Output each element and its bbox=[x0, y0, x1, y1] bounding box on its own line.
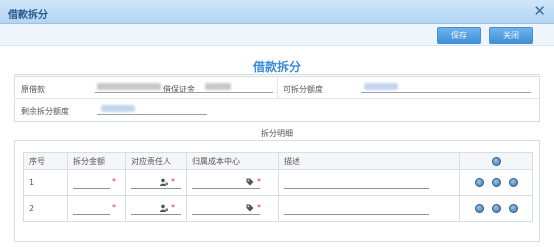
row-actions bbox=[459, 169, 533, 196]
required-mark: * bbox=[171, 203, 175, 212]
responsible-input[interactable] bbox=[131, 188, 181, 189]
remaining-amount-label: 剩余拆分额度 bbox=[21, 107, 69, 116]
description-input[interactable] bbox=[284, 214, 429, 215]
dialog-title: 借款拆分 bbox=[8, 10, 48, 21]
amount-cell: * bbox=[67, 195, 126, 222]
cost-center-cell: * bbox=[186, 169, 279, 196]
remaining-amount-redacted bbox=[101, 105, 135, 112]
col-cost-center: 归属成本中心 bbox=[186, 152, 279, 170]
table-row: 2 * * * bbox=[23, 195, 533, 222]
cost-center-input[interactable] bbox=[192, 214, 260, 215]
splittable-amount-redacted bbox=[364, 83, 398, 90]
col-description: 描述 bbox=[278, 152, 460, 170]
cost-center-cell: * bbox=[186, 195, 279, 222]
description-cell bbox=[278, 169, 460, 196]
close-button[interactable]: 关闭 bbox=[489, 27, 533, 44]
amount-input[interactable] bbox=[73, 214, 110, 215]
required-mark: * bbox=[171, 177, 175, 186]
responsible-cell: * bbox=[125, 169, 187, 196]
original-loan-field[interactable] bbox=[95, 92, 273, 93]
remove-row-icon[interactable] bbox=[474, 204, 484, 213]
split-form: 原借款 借保证金 可拆分额度 剩余拆分额度 bbox=[14, 76, 540, 122]
person-icon[interactable] bbox=[160, 178, 168, 186]
required-mark: * bbox=[112, 203, 116, 212]
row-actions bbox=[459, 195, 533, 222]
splittable-amount-field[interactable] bbox=[361, 92, 531, 93]
description-cell bbox=[278, 195, 460, 222]
amount-input[interactable] bbox=[73, 188, 110, 189]
form-heading: 借款拆分 bbox=[252, 60, 301, 74]
detail-panel: 序号 拆分金额 对应责任人 归属成本中心 描述 1 * * * 2 * * * bbox=[14, 140, 540, 242]
add-row-icon[interactable] bbox=[491, 156, 501, 166]
amount-cell: * bbox=[67, 169, 126, 196]
original-loan-redacted-tail bbox=[205, 83, 231, 90]
remove-row-icon[interactable] bbox=[474, 178, 484, 187]
save-button[interactable]: 保存 bbox=[437, 27, 481, 44]
row-index: 2 bbox=[23, 195, 68, 222]
original-loan-value: 借保证金 bbox=[163, 85, 195, 94]
heading-divider bbox=[14, 74, 540, 75]
required-mark: * bbox=[257, 177, 261, 186]
detail-section-title: 拆分明细 bbox=[261, 129, 293, 138]
col-actions bbox=[459, 152, 533, 170]
original-loan-label: 原借款 bbox=[21, 85, 45, 94]
required-mark: * bbox=[112, 177, 116, 186]
table-row: 1 * * * bbox=[23, 169, 533, 196]
move-up-icon[interactable] bbox=[491, 204, 501, 213]
cost-center-input[interactable] bbox=[192, 188, 260, 189]
move-down-icon[interactable] bbox=[508, 178, 518, 187]
col-amount: 拆分金额 bbox=[67, 152, 126, 170]
tag-icon[interactable] bbox=[246, 178, 254, 186]
detail-table: 序号 拆分金额 对应责任人 归属成本中心 描述 1 * * * 2 * * * bbox=[23, 152, 533, 222]
person-icon[interactable] bbox=[160, 204, 168, 212]
move-up-icon[interactable] bbox=[491, 178, 501, 187]
dialog-titlebar: 借款拆分 ✕ bbox=[0, 0, 554, 24]
tag-icon[interactable] bbox=[246, 204, 254, 212]
required-mark: * bbox=[257, 203, 261, 212]
responsible-cell: * bbox=[125, 195, 187, 222]
row-index: 1 bbox=[23, 169, 68, 196]
move-down-icon[interactable] bbox=[508, 204, 518, 213]
form-divider bbox=[277, 77, 278, 99]
remaining-amount-field[interactable] bbox=[97, 114, 207, 115]
description-input[interactable] bbox=[284, 188, 429, 189]
splittable-amount-label: 可拆分额度 bbox=[283, 85, 323, 94]
col-index: 序号 bbox=[23, 152, 68, 170]
close-icon[interactable]: ✕ bbox=[533, 2, 546, 20]
responsible-input[interactable] bbox=[131, 214, 181, 215]
original-loan-redacted bbox=[97, 83, 161, 90]
table-header-row: 序号 拆分金额 对应责任人 归属成本中心 描述 bbox=[23, 152, 533, 170]
form-row-remaining: 剩余拆分额度 bbox=[15, 99, 539, 121]
form-row-original: 原借款 借保证金 可拆分额度 bbox=[15, 77, 539, 99]
col-responsible: 对应责任人 bbox=[125, 152, 187, 170]
